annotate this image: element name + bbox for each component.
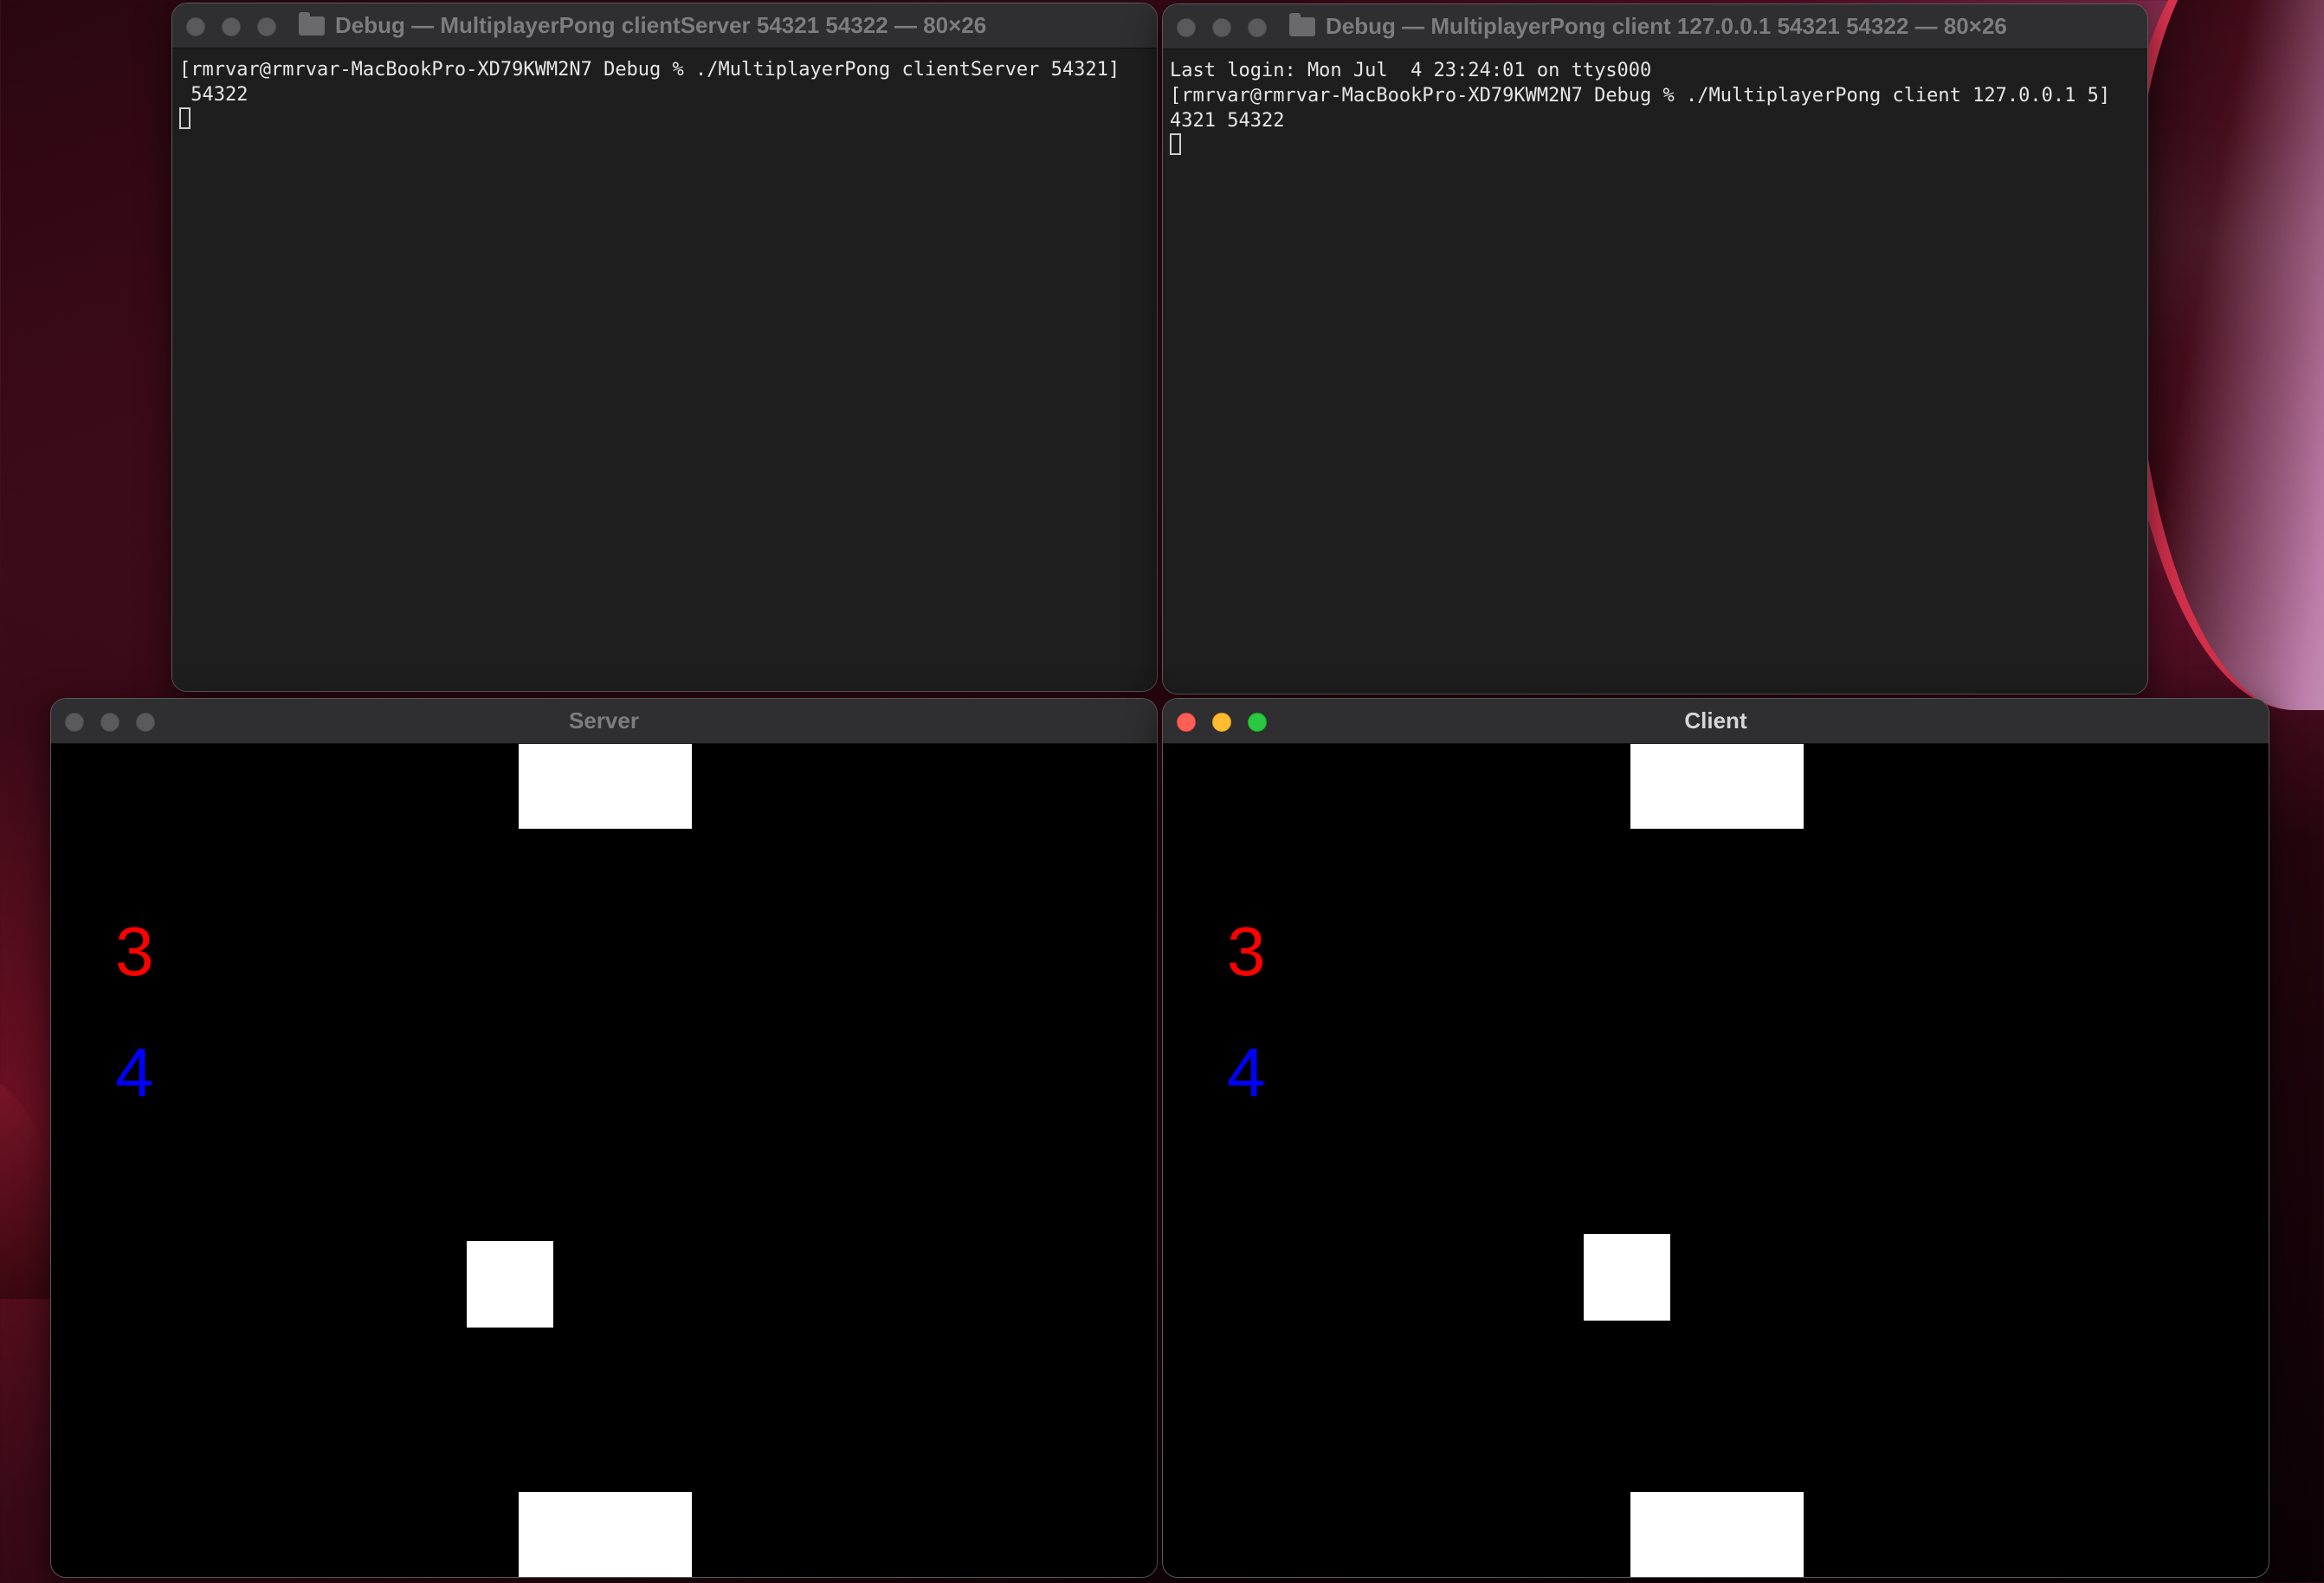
bottom-paddle — [1630, 1492, 1804, 1577]
window-title: Debug — MultiplayerPong client 127.0.0.1… — [1163, 12, 2147, 40]
terminal-output[interactable]: Last login: Mon Jul 4 23:24:01 on ttys00… — [1163, 49, 2147, 694]
terminal-window-client[interactable]: Debug — MultiplayerPong client 127.0.0.1… — [1162, 3, 2148, 695]
window-title: Client — [1684, 708, 1747, 733]
folder-icon — [1289, 12, 1315, 36]
game-canvas[interactable]: 3 4 — [1163, 744, 2269, 1577]
ball — [1584, 1234, 1670, 1321]
terminal-prompt-line — [179, 107, 1150, 132]
folder-icon — [299, 11, 325, 36]
bottom-paddle — [519, 1492, 692, 1577]
game-canvas[interactable]: 3 4 — [51, 744, 1157, 1577]
ball — [467, 1241, 553, 1328]
score-blue: 4 — [1227, 1034, 1266, 1111]
terminal-output[interactable]: [rmrvar@rmrvar-MacBookPro-XD79KWM2N7 Deb… — [172, 48, 1157, 691]
terminal-titlebar[interactable]: Debug — MultiplayerPong clientServer 543… — [172, 3, 1157, 48]
terminal-line: 4321 54322 — [1170, 110, 1285, 132]
terminal-line: 54322 — [179, 84, 249, 106]
terminal-titlebar[interactable]: Debug — MultiplayerPong client 127.0.0.1… — [1163, 4, 2147, 49]
window-title-text: Debug — MultiplayerPong clientServer 543… — [335, 12, 987, 38]
game-titlebar[interactable]: Client — [1163, 699, 2269, 744]
game-titlebar[interactable]: Server — [51, 699, 1157, 744]
terminal-prompt-line — [1170, 133, 2140, 158]
window-title: Server — [569, 708, 639, 733]
score-blue: 4 — [115, 1034, 154, 1111]
window-title-text: Debug — MultiplayerPong client 127.0.0.1… — [1326, 13, 2007, 39]
top-paddle — [519, 744, 692, 829]
game-window-client[interactable]: Client 3 4 — [1162, 698, 2269, 1578]
terminal-line: [rmrvar@rmrvar-MacBookPro-XD79KWM2N7 Deb… — [1170, 85, 2111, 107]
terminal-line: [rmrvar@rmrvar-MacBookPro-XD79KWM2N7 Deb… — [179, 59, 1120, 81]
terminal-window-server[interactable]: Debug — MultiplayerPong clientServer 543… — [171, 3, 1158, 692]
cursor-icon — [179, 107, 190, 129]
top-paddle — [1630, 744, 1804, 829]
cursor-icon — [1170, 133, 1181, 155]
terminal-line: Last login: Mon Jul 4 23:24:01 on ttys00… — [1170, 60, 1652, 81]
window-title: Debug — MultiplayerPong clientServer 543… — [172, 11, 1157, 39]
score-red: 3 — [115, 913, 154, 990]
score-red: 3 — [1227, 913, 1266, 990]
game-window-server[interactable]: Server 3 4 — [50, 698, 1158, 1578]
